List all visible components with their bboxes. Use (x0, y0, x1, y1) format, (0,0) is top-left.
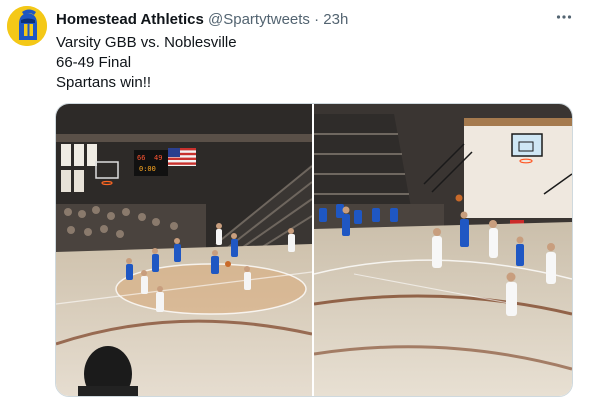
scoreboard-away: 49 (154, 154, 162, 162)
basketball-game-photo (314, 104, 572, 396)
tweet-line: Spartans win!! (56, 74, 152, 91)
media-grid: 66 49 0:00 (55, 103, 573, 397)
spartan-helmet-logo (7, 6, 47, 46)
tweet-text: Varsity GBB vs. Noblesville 66-49 Final … (56, 33, 536, 93)
separator-dot: · (314, 11, 320, 28)
tweet-line: Varsity GBB vs. Noblesville (56, 34, 237, 51)
timestamp[interactable]: 23h (323, 11, 348, 28)
scoreboard-home: 66 (137, 154, 145, 162)
tweet[interactable]: Homestead Athletics @Spartytweets · 23h … (0, 0, 592, 405)
more-horizontal-icon (556, 15, 572, 19)
display-name[interactable]: Homestead Athletics (56, 11, 204, 28)
tweet-header: Homestead Athletics @Spartytweets · 23h (56, 10, 562, 30)
more-options-button[interactable] (553, 8, 575, 30)
game-photo-2[interactable] (314, 104, 572, 396)
tweet-line: 66-49 Final (56, 54, 132, 71)
avatar[interactable] (7, 6, 47, 46)
scoreboard-clock: 0:00 (139, 165, 156, 173)
user-handle[interactable]: @Spartytweets (208, 11, 310, 28)
basketball-game-photo: 66 49 0:00 (56, 104, 312, 396)
game-photo-1[interactable]: 66 49 0:00 (56, 104, 312, 396)
